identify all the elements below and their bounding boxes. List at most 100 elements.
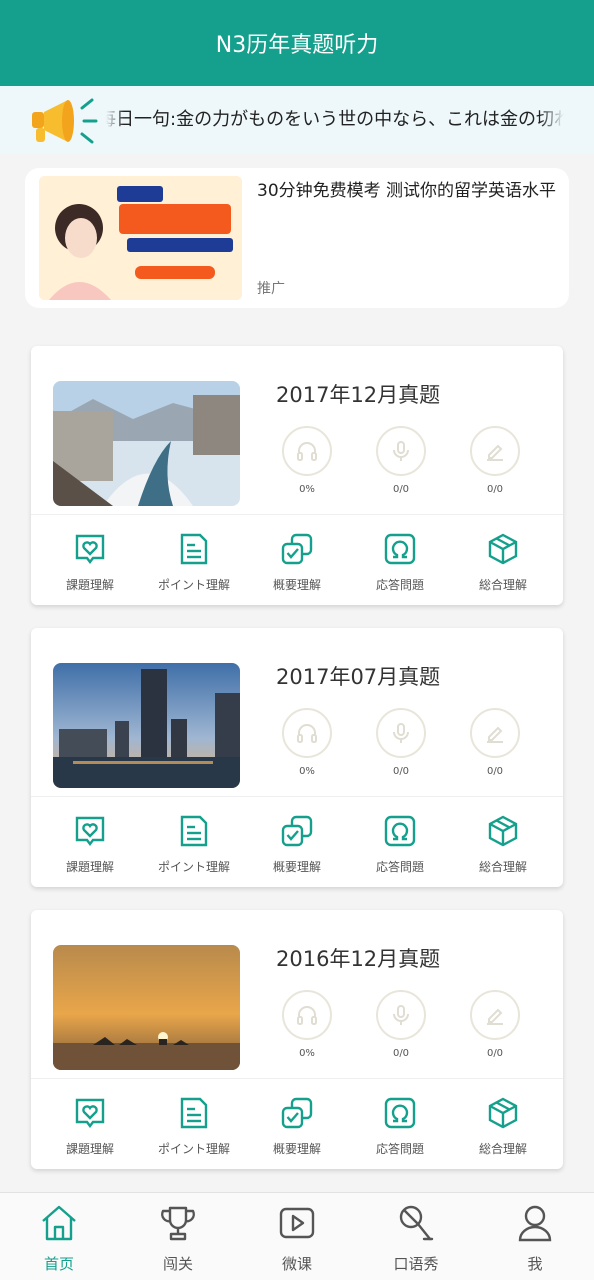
listening-value: 0% xyxy=(299,484,315,495)
stacked-check-icon xyxy=(281,1097,313,1129)
omega-icon xyxy=(384,1097,416,1129)
speaking-value: 0/0 xyxy=(392,1048,410,1059)
writing-value: 0/0 xyxy=(486,484,504,495)
speaking-value: 0/0 xyxy=(392,484,410,495)
category-outou-mondai[interactable]: 応答問題 xyxy=(348,1096,452,1157)
video-play-icon xyxy=(279,1207,315,1239)
category-outou-mondai[interactable]: 応答問題 xyxy=(348,814,452,875)
category-point-rikai[interactable]: ポイント理解 xyxy=(142,532,246,593)
category-gaiyou-rikai[interactable]: 概要理解 xyxy=(245,814,349,875)
microphone-icon xyxy=(393,1005,409,1025)
pencil-icon xyxy=(487,726,503,743)
category-label: 応答問題 xyxy=(375,860,424,874)
category-label: 課題理解 xyxy=(65,860,114,874)
category-gaiyou-rikai[interactable]: 概要理解 xyxy=(245,1096,349,1157)
writing-progress[interactable]: 0/0 xyxy=(470,708,520,777)
category-label: 概要理解 xyxy=(272,578,321,592)
pencil-icon xyxy=(487,1008,503,1025)
tab-me[interactable]: 我 xyxy=(485,1203,585,1274)
speaking-progress[interactable]: 0/0 xyxy=(376,990,426,1059)
omega-icon xyxy=(384,815,416,847)
app-header: N3历年真题听力 xyxy=(0,0,594,86)
trophy-icon xyxy=(161,1206,195,1241)
category-kadai-rikai[interactable]: 課題理解 xyxy=(38,814,142,875)
tab-label: 口语秀 xyxy=(393,1255,439,1273)
category-label: 概要理解 xyxy=(272,860,321,874)
category-outou-mondai[interactable]: 応答問題 xyxy=(348,532,452,593)
category-label: 総合理解 xyxy=(478,1142,527,1156)
megaphone-icon xyxy=(32,98,98,144)
category-label: ポイント理解 xyxy=(157,860,230,874)
category-label: 総合理解 xyxy=(478,578,527,592)
daily-notice-bar[interactable]: 每日一句:金の力がものをいう世の中なら、これは金の切れ目が縁の切れ目 xyxy=(0,86,594,154)
exam-title: 2017年07月真题 xyxy=(276,665,441,689)
tab-home[interactable]: 首页 xyxy=(9,1203,109,1274)
speaking-value: 0/0 xyxy=(392,766,410,777)
pencil-icon xyxy=(487,444,503,461)
tab-speaking-show[interactable]: 口语秀 xyxy=(366,1203,466,1274)
page-title: N3历年真题听力 xyxy=(215,33,379,58)
home-icon xyxy=(42,1205,76,1241)
writing-value: 0/0 xyxy=(486,1048,504,1059)
speaking-progress[interactable]: 0/0 xyxy=(376,426,426,495)
category-gaiyou-rikai[interactable]: 概要理解 xyxy=(245,532,349,593)
stacked-check-icon xyxy=(281,533,313,565)
tab-label: 微课 xyxy=(281,1255,312,1273)
tab-label: 首页 xyxy=(43,1255,74,1273)
tab-label: 我 xyxy=(527,1255,543,1273)
exam-card[interactable]: 2017年12月真题 0% 0/0 0/0 課題理解 ポイント理解 概要理解 応… xyxy=(31,346,563,605)
category-label: 課題理解 xyxy=(65,578,114,592)
category-kadai-rikai[interactable]: 課題理解 xyxy=(38,1096,142,1157)
category-label: ポイント理解 xyxy=(157,578,230,592)
category-kadai-rikai[interactable]: 課題理解 xyxy=(38,532,142,593)
tab-label: 闯关 xyxy=(162,1255,193,1273)
ad-thumbnail[interactable] xyxy=(39,176,242,300)
speaking-progress[interactable]: 0/0 xyxy=(376,708,426,777)
category-point-rikai[interactable]: ポイント理解 xyxy=(142,814,246,875)
headphones-icon xyxy=(297,724,317,743)
tab-challenge[interactable]: 闯关 xyxy=(128,1203,228,1274)
listening-progress[interactable]: 0% xyxy=(282,990,332,1059)
ad-tag: 推广 xyxy=(257,281,285,297)
card-divider xyxy=(31,514,563,515)
heart-bubble-icon xyxy=(75,534,105,564)
exam-card[interactable]: 2017年07月真题 0% 0/0 0/0 課題理解 ポイント理解 概要理解 応… xyxy=(31,628,563,887)
category-label: 総合理解 xyxy=(478,860,527,874)
microphone-icon xyxy=(399,1205,434,1241)
tab-micro-lesson[interactable]: 微课 xyxy=(247,1203,347,1274)
writing-value: 0/0 xyxy=(486,766,504,777)
headphones-icon xyxy=(297,442,317,461)
omega-icon xyxy=(384,533,416,565)
notice-text: 每日一句:金の力がものをいう世の中なら、これは金の切れ目が縁の切れ目 xyxy=(106,109,564,130)
ad-title[interactable]: 30分钟免费模考 测试你的留学英语水平 xyxy=(257,178,557,205)
listening-progress[interactable]: 0% xyxy=(282,426,332,495)
heart-bubble-icon xyxy=(75,1098,105,1128)
category-sougou-rikai[interactable]: 総合理解 xyxy=(451,814,555,875)
writing-progress[interactable]: 0/0 xyxy=(470,426,520,495)
document-icon xyxy=(180,533,208,565)
exam-cover-image[interactable] xyxy=(53,381,240,506)
exam-cover-image[interactable] xyxy=(53,945,240,1070)
cube-icon xyxy=(488,1097,518,1129)
user-icon xyxy=(518,1205,552,1242)
ad-banner[interactable]: 30分钟免费模考 测试你的留学英语水平 推广 xyxy=(25,168,569,308)
writing-progress[interactable]: 0/0 xyxy=(470,990,520,1059)
cube-icon xyxy=(488,815,518,847)
bottom-tab-bar: 首页 闯关 微课 口语秀 我 xyxy=(0,1192,594,1280)
category-sougou-rikai[interactable]: 総合理解 xyxy=(451,532,555,593)
heart-bubble-icon xyxy=(75,816,105,846)
listening-value: 0% xyxy=(299,766,315,777)
microphone-icon xyxy=(393,441,409,461)
document-icon xyxy=(180,1097,208,1129)
exam-card[interactable]: 2016年12月真题 0% 0/0 0/0 課題理解 ポイント理解 概要理解 応… xyxy=(31,910,563,1169)
exam-cover-image[interactable] xyxy=(53,663,240,788)
category-point-rikai[interactable]: ポイント理解 xyxy=(142,1096,246,1157)
microphone-icon xyxy=(393,723,409,743)
listening-progress[interactable]: 0% xyxy=(282,708,332,777)
category-sougou-rikai[interactable]: 総合理解 xyxy=(451,1096,555,1157)
category-label: 課題理解 xyxy=(65,1142,114,1156)
category-label: ポイント理解 xyxy=(157,1142,230,1156)
category-label: 応答問題 xyxy=(375,1142,424,1156)
headphones-icon xyxy=(297,1006,317,1025)
card-divider xyxy=(31,1078,563,1079)
